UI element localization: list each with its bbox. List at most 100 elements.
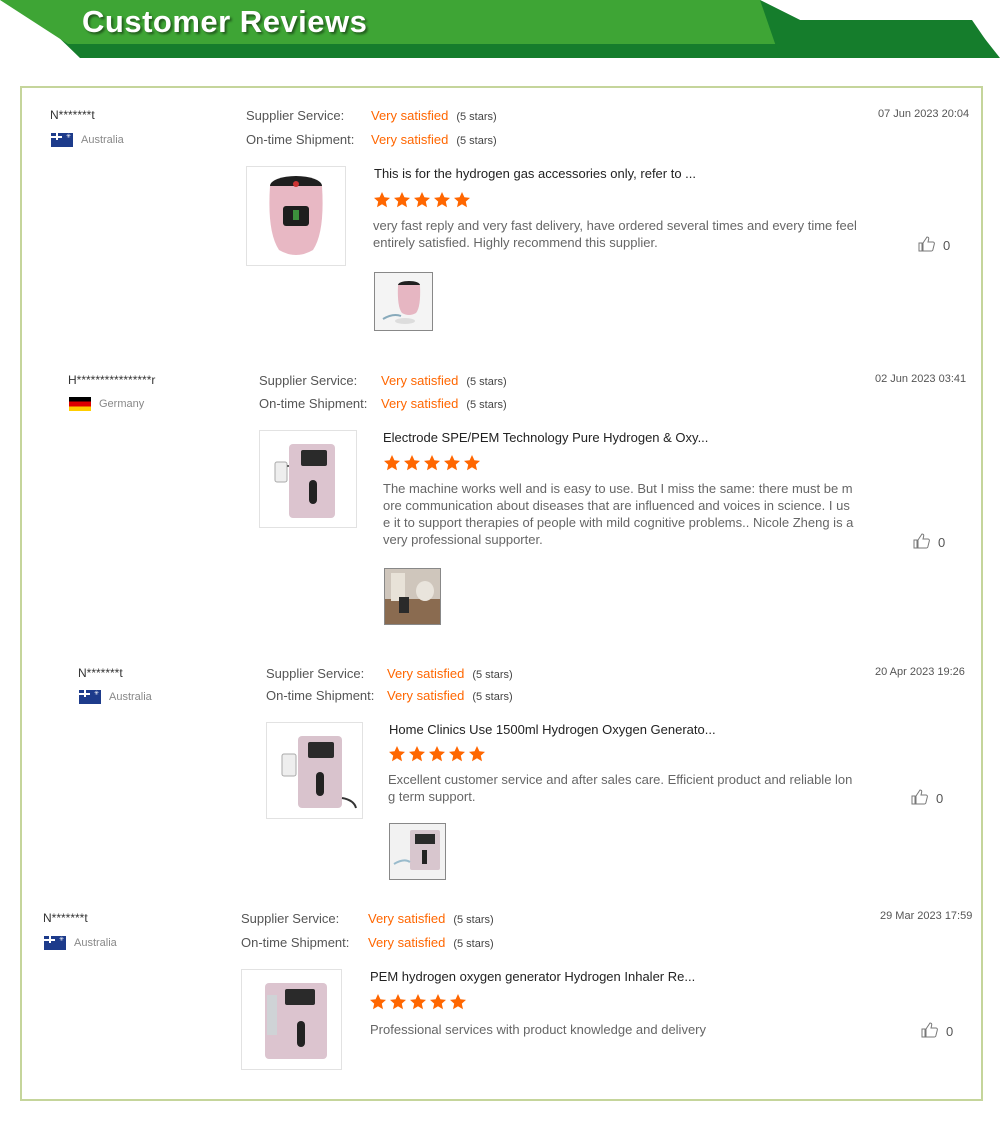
star-icon (370, 994, 386, 1010)
star-icon (394, 192, 410, 208)
review-text: very fast reply and very fast delivery, … (373, 218, 857, 250)
product-title-link[interactable]: PEM hydrogen oxygen generator Hydrogen I… (370, 969, 695, 984)
supplier-service-value: Very satisfied (371, 108, 449, 123)
review-photo (390, 824, 445, 879)
rating-stars (388, 745, 486, 763)
star-icon (450, 994, 466, 1010)
section-banner: Customer Reviews (0, 0, 1000, 60)
shipment-value: Very satisfied (381, 396, 459, 411)
like-count: 0 (943, 238, 951, 253)
star-icon (389, 746, 405, 762)
review-photo (385, 569, 440, 624)
shipment-stars: (5 stars) (466, 399, 507, 411)
reviewer-country: Australia (44, 936, 117, 950)
hydrogen-cup-icon (269, 176, 323, 255)
like-count: 0 (938, 535, 946, 550)
thumbs-up-icon (911, 789, 928, 808)
product-title-link[interactable]: Electrode SPE/PEM Technology Pure Hydrog… (383, 430, 708, 445)
supplier-service-row: Supplier Service: Very satisfied (5 star… (241, 911, 494, 926)
star-icon (434, 192, 450, 208)
reviewer-name: N*******t (78, 666, 123, 680)
like-button[interactable]: 0 (921, 1022, 953, 1041)
reviewer-country: Germany (69, 397, 144, 411)
product-title-link[interactable]: Home Clinics Use 1500ml Hydrogen Oxygen … (389, 722, 716, 737)
supplier-service-stars: (5 stars) (453, 914, 494, 926)
review-photo-thumbnail[interactable] (384, 568, 441, 625)
supplier-service-value: Very satisfied (387, 666, 465, 681)
like-button[interactable]: 0 (918, 236, 950, 255)
supplier-service-value: Very satisfied (381, 373, 459, 388)
rating-stars (369, 993, 467, 1011)
shipment-value: Very satisfied (371, 132, 449, 147)
review-text: Professional services with product knowl… (370, 1022, 707, 1037)
shipment-row: On-time Shipment: Very satisfied (5 star… (246, 132, 497, 147)
review-text: Excellent customer service and after sal… (388, 772, 853, 804)
shipment-stars: (5 stars) (472, 691, 513, 703)
shipment-value: Very satisfied (368, 935, 446, 950)
hydrogen-generator-icon (264, 982, 327, 1059)
reviewer-name: N*******t (43, 911, 88, 925)
rating-stars (383, 454, 481, 472)
product-image[interactable] (259, 430, 357, 528)
supplier-service-label: Supplier Service: (241, 911, 340, 926)
star-icon (410, 994, 426, 1010)
like-button[interactable]: 0 (911, 789, 943, 808)
review-date: 29 Mar 2023 17:59 (880, 910, 973, 922)
like-button[interactable]: 0 (913, 533, 945, 552)
supplier-service-row: Supplier Service: Very satisfied (5 star… (246, 108, 497, 123)
thumbs-up-icon (921, 1022, 938, 1041)
reviewer-country: Australia (79, 690, 152, 704)
product-title-link[interactable]: This is for the hydrogen gas accessories… (374, 166, 696, 181)
like-count: 0 (936, 791, 944, 806)
review-photo (375, 273, 432, 330)
like-count: 0 (946, 1024, 954, 1039)
australia-flag-icon (79, 690, 101, 704)
shipment-stars: (5 stars) (453, 938, 494, 950)
star-icon (430, 994, 446, 1010)
supplier-service-label: Supplier Service: (259, 373, 358, 388)
shipment-label: On-time Shipment: (241, 935, 350, 950)
reviewer-country: Australia (51, 133, 124, 147)
country-label: Australia (74, 937, 117, 949)
star-icon (444, 455, 460, 471)
shipment-value: Very satisfied (387, 688, 465, 703)
shipment-row: On-time Shipment: Very satisfied (5 star… (266, 688, 513, 703)
germany-flag-icon (69, 397, 91, 411)
star-icon (469, 746, 485, 762)
review-date: 07 Jun 2023 20:04 (878, 108, 970, 120)
review-text: The machine works well and is easy to us… (383, 481, 854, 547)
review-date: 02 Jun 2023 03:41 (875, 373, 967, 385)
reviewer-name: N*******t (50, 108, 95, 122)
shipment-label: On-time Shipment: (266, 688, 375, 703)
star-icon (424, 455, 440, 471)
star-icon (429, 746, 445, 762)
supplier-service-row: Supplier Service: Very satisfied (5 star… (266, 666, 513, 681)
star-icon (414, 192, 430, 208)
product-image[interactable] (241, 969, 342, 1070)
star-icon (409, 746, 425, 762)
star-icon (390, 994, 406, 1010)
hydrogen-generator-icon (274, 444, 335, 518)
star-icon (464, 455, 480, 471)
product-image[interactable] (246, 166, 346, 266)
review-photo-thumbnail[interactable] (389, 823, 446, 880)
rating-stars (373, 191, 471, 209)
reviewer-name: H****************r (68, 373, 156, 387)
australia-flag-icon (51, 133, 73, 147)
product-image[interactable] (266, 722, 363, 819)
thumbs-up-icon (913, 533, 930, 552)
supplier-service-stars: (5 stars) (472, 669, 513, 681)
supplier-service-label: Supplier Service: (266, 666, 365, 681)
page-title: Customer Reviews (82, 4, 368, 39)
shipment-label: On-time Shipment: (259, 396, 368, 411)
star-icon (454, 192, 470, 208)
star-icon (384, 455, 400, 471)
thumbs-up-icon (918, 236, 935, 255)
australia-flag-icon (44, 936, 66, 950)
review-date: 20 Apr 2023 19:26 (875, 666, 965, 678)
shipment-row: On-time Shipment: Very satisfied (5 star… (259, 396, 507, 411)
star-icon (404, 455, 420, 471)
shipment-stars: (5 stars) (456, 135, 497, 147)
review-photo-thumbnail[interactable] (374, 272, 433, 331)
shipment-label: On-time Shipment: (246, 132, 355, 147)
